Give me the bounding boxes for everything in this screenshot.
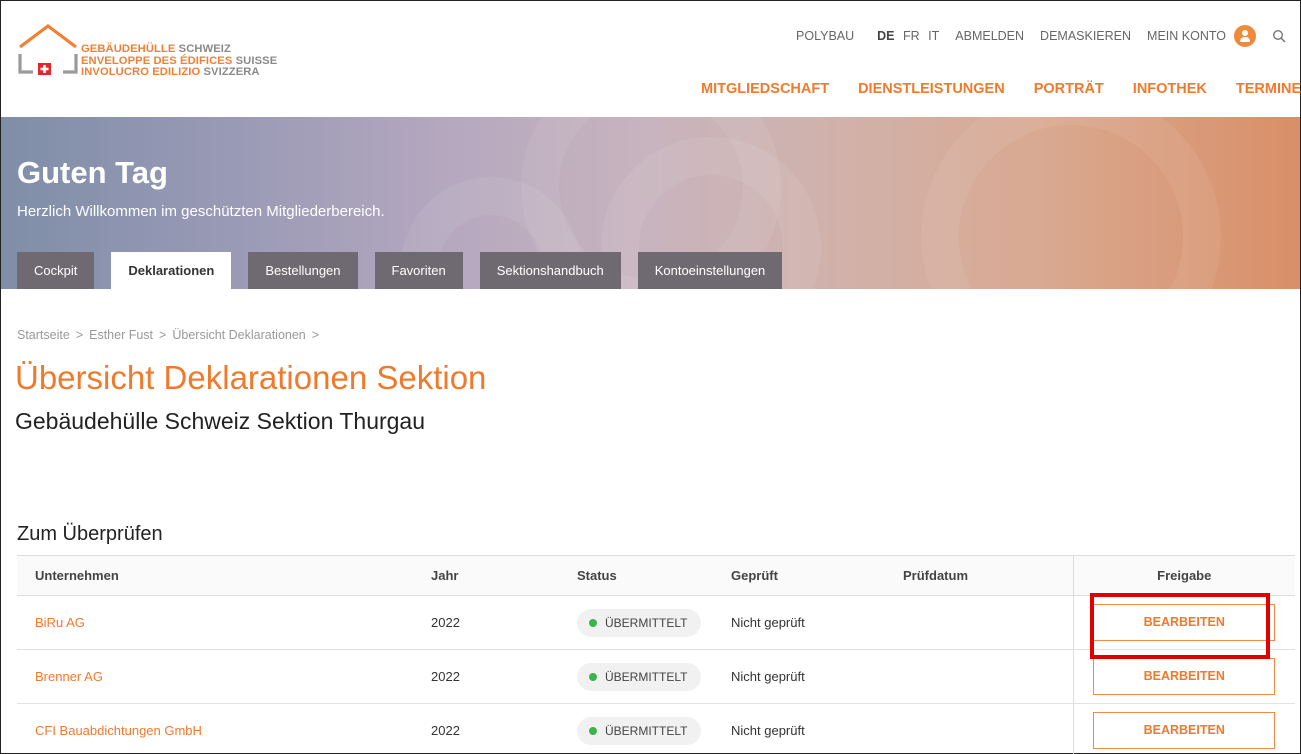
utility-nav: POLYBAU DE FR IT ABMELDEN DEMASKIEREN ME… <box>780 25 1286 47</box>
edit-button[interactable]: BEARBEITEN <box>1093 604 1276 641</box>
account-link[interactable]: MEIN KONTO <box>1147 29 1226 43</box>
tab-favoriten[interactable]: Favoriten <box>374 252 463 289</box>
lang-de-link[interactable]: DE <box>877 29 894 43</box>
section-name: Gebäudehülle Schweiz Sektion Thurgau <box>15 408 426 434</box>
greeting-title: Guten Tag <box>17 155 168 190</box>
edit-button[interactable]: BEARBEITEN <box>1093 712 1276 749</box>
nav-dienstleistungen[interactable]: DIENSTLEISTUNGEN <box>858 81 1005 97</box>
declarations-table: Unternehmen Jahr Status Geprüft Prüfdatu… <box>17 555 1295 754</box>
year-cell: 2022 <box>413 703 559 754</box>
company-link[interactable]: Brenner AG <box>17 649 413 704</box>
table-row: CFI Bauabdichtungen GmbH 2022 ÜBERMITTEL… <box>17 703 1295 754</box>
status-badge: ÜBERMITTELT <box>577 608 702 637</box>
release-cell: BEARBEITEN <box>1072 595 1295 650</box>
tab-bestellungen[interactable]: Bestellungen <box>248 252 358 289</box>
check-date-cell <box>885 703 1073 754</box>
breadcrumb-current[interactable]: Übersicht Deklarationen <box>172 328 305 342</box>
status-dot-icon <box>589 672 597 681</box>
year-cell: 2022 <box>413 595 559 650</box>
tab-deklarationen[interactable]: Deklarationen <box>111 252 232 289</box>
status-label: ÜBERMITTELT <box>605 669 688 684</box>
search-icon[interactable] <box>1272 29 1286 43</box>
checked-cell: Nicht geprüft <box>713 703 885 754</box>
decorative-ring <box>921 117 1221 289</box>
check-date-cell <box>885 649 1073 704</box>
breadcrumb-user[interactable]: Esther Fust <box>89 328 153 342</box>
status-dot-icon <box>589 726 597 735</box>
breadcrumb-separator: > <box>159 328 167 342</box>
release-cell: BEARBEITEN <box>1072 649 1295 704</box>
logo-text: GEBÄUDEHÜLLE SCHWEIZ ENVELOPPE DES ÉDIFI… <box>81 43 278 78</box>
status-dot-icon <box>589 618 597 627</box>
breadcrumb-separator: > <box>75 328 84 342</box>
status-label: ÜBERMITTELT <box>605 723 688 738</box>
nav-infothek[interactable]: INFOTHEK <box>1133 81 1207 97</box>
tab-sektionshandbuch[interactable]: Sektionshandbuch <box>479 252 621 289</box>
column-header-status[interactable]: Status <box>559 555 713 596</box>
nav-portraet[interactable]: PORTRÄT <box>1034 81 1104 97</box>
status-cell: ÜBERMITTELT <box>559 595 713 650</box>
company-link[interactable]: CFI Bauabdichtungen GmbH <box>17 703 413 754</box>
member-tabs: Cockpit Deklarationen Bestellungen Favor… <box>17 252 799 289</box>
user-avatar-icon[interactable] <box>1234 25 1256 47</box>
breadcrumb-startseite[interactable]: Startseite <box>17 328 70 342</box>
year-cell: 2022 <box>413 649 559 704</box>
nav-termine[interactable]: TERMINE <box>1236 81 1301 97</box>
table-row: BiRu AG 2022 ÜBERMITTELT Nicht geprüft B… <box>17 595 1295 650</box>
lang-fr-link[interactable]: FR <box>903 29 920 43</box>
hero-banner: Guten Tag Herzlich Willkommen im geschüt… <box>1 117 1300 289</box>
status-cell: ÜBERMITTELT <box>559 649 713 704</box>
table-row: Brenner AG 2022 ÜBERMITTELT Nicht geprüf… <box>17 649 1295 704</box>
nav-mitgliedschaft[interactable]: MITGLIEDSCHAFT <box>701 81 829 97</box>
release-cell: BEARBEITEN <box>1072 703 1295 754</box>
site-header: GEBÄUDEHÜLLE SCHWEIZ ENVELOPPE DES ÉDIFI… <box>1 1 1301 117</box>
column-header-company[interactable]: Unternehmen <box>17 555 413 596</box>
table-header-row: Unternehmen Jahr Status Geprüft Prüfdatu… <box>17 555 1295 596</box>
checked-cell: Nicht geprüft <box>713 649 885 704</box>
column-header-check-date[interactable]: Prüfdatum <box>885 555 1073 596</box>
column-header-checked[interactable]: Geprüft <box>713 555 885 596</box>
tab-kontoeinstellungen[interactable]: Kontoeinstellungen <box>637 252 783 289</box>
greeting-subtitle: Herzlich Willkommen im geschützten Mitgl… <box>17 203 385 220</box>
main-nav: MITGLIEDSCHAFT DIENSTLEISTUNGEN PORTRÄT … <box>701 81 1301 97</box>
status-badge: ÜBERMITTELT <box>577 662 702 691</box>
language-switcher: DE FR IT <box>872 29 939 43</box>
column-header-release: Freigabe <box>1072 555 1295 596</box>
breadcrumb-separator: > <box>311 328 320 342</box>
check-date-cell <box>885 595 1073 650</box>
page-title: Übersicht Deklarationen Sektion <box>15 359 487 396</box>
house-logo-icon <box>18 24 78 75</box>
edit-button[interactable]: BEARBEITEN <box>1093 658 1276 695</box>
review-section-title: Zum Überprüfen <box>17 523 163 545</box>
checked-cell: Nicht geprüft <box>713 595 885 650</box>
lang-it-link[interactable]: IT <box>928 29 939 43</box>
logout-link[interactable]: ABMELDEN <box>955 29 1024 43</box>
company-link[interactable]: BiRu AG <box>17 595 413 650</box>
status-cell: ÜBERMITTELT <box>559 703 713 754</box>
unmask-link[interactable]: DEMASKIEREN <box>1040 29 1131 43</box>
logo[interactable]: GEBÄUDEHÜLLE SCHWEIZ ENVELOPPE DES ÉDIFI… <box>17 23 287 103</box>
tab-cockpit[interactable]: Cockpit <box>17 252 95 289</box>
breadcrumb: Startseite > Esther Fust > Übersicht Deklara… <box>17 328 325 342</box>
status-badge: ÜBERMITTELT <box>577 716 702 745</box>
polybau-link[interactable]: POLYBAU <box>796 29 854 43</box>
status-label: ÜBERMITTELT <box>605 615 688 630</box>
column-header-year[interactable]: Jahr <box>413 555 559 596</box>
